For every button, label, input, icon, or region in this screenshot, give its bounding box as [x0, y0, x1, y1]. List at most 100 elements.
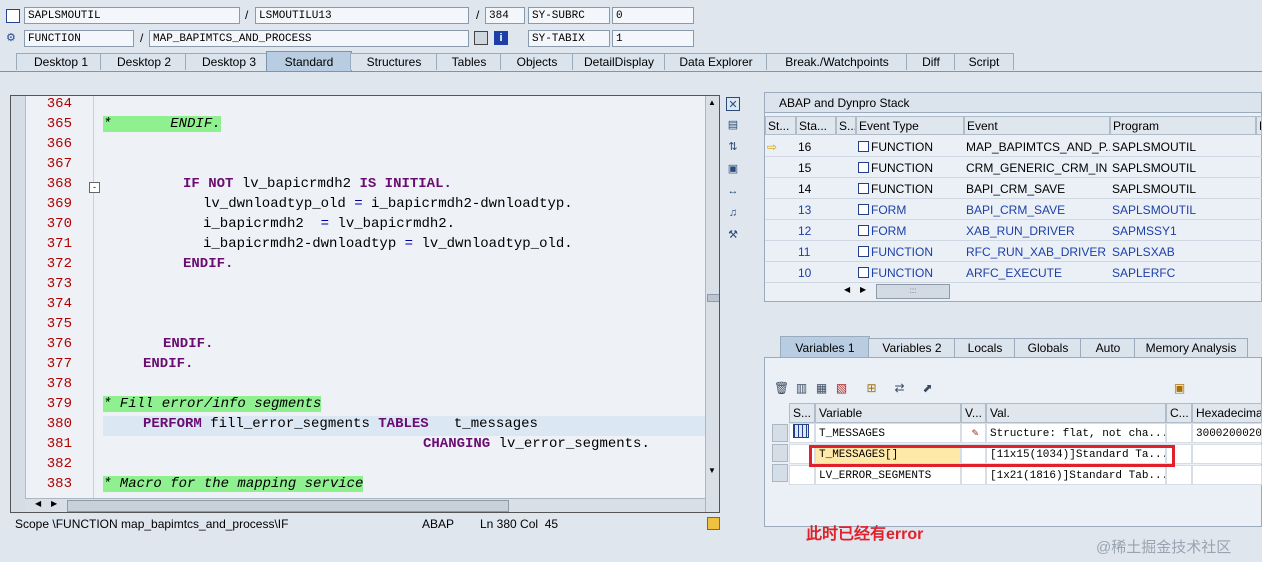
tab-structures[interactable]: Structures	[350, 53, 438, 70]
stack-scroll-right-icon[interactable]: ▶	[860, 285, 866, 294]
stack-event-type[interactable]: FUNCTION	[856, 137, 964, 157]
variable-value[interactable]: [1x21(1816)]Standard Tab...	[986, 465, 1166, 485]
services-icon[interactable]: ♫	[726, 206, 740, 220]
stack-level[interactable]: 12	[796, 221, 836, 241]
tab-variables-2[interactable]: Variables 2	[868, 338, 956, 357]
tab-breakpoints[interactable]: Break./Watchpoints	[766, 53, 908, 70]
stack-program[interactable]: SAPMSSY1	[1110, 221, 1256, 241]
stack-event-type[interactable]: FORM	[856, 200, 964, 220]
tab-script[interactable]: Script	[954, 53, 1014, 70]
stack-event[interactable]: XAB_RUN_DRIVER	[964, 221, 1110, 241]
new-tool-icon[interactable]: ▤	[726, 118, 740, 132]
tab-variables-1[interactable]: Variables 1	[780, 336, 870, 357]
scroll-thumb[interactable]	[67, 500, 509, 512]
import-icon[interactable]: ▦	[814, 381, 829, 396]
stack-program[interactable]: SAPLSMOUTIL	[1110, 158, 1256, 178]
stack-level[interactable]: 15	[796, 158, 836, 178]
close-icon[interactable]: ✕	[726, 97, 740, 111]
column-header[interactable]: Event Type	[856, 116, 964, 135]
notes-icon[interactable]	[707, 517, 720, 530]
row-selector[interactable]	[772, 444, 788, 462]
fold-toggle-icon[interactable]: -	[89, 182, 100, 193]
tab-tables[interactable]: Tables	[436, 53, 502, 70]
stack-event-type[interactable]: FORM	[856, 221, 964, 241]
tab-globals[interactable]: Globals	[1014, 338, 1082, 357]
column-header[interactable]: Program	[1110, 116, 1256, 135]
stack-scroll-thumb[interactable]: :::	[876, 284, 950, 299]
code-editor[interactable]: 364 365 366 367 368 369 370 371 372 373 …	[10, 95, 720, 513]
stack-level[interactable]: 14	[796, 179, 836, 199]
column-header[interactable]: N	[1256, 116, 1262, 135]
column-header[interactable]: Variable	[815, 403, 961, 423]
settings-icon[interactable]: ⚒	[726, 228, 740, 242]
stack-program[interactable]: SAPLERFC	[1110, 263, 1256, 283]
editor-horizontal-scrollbar[interactable]: ◀ ▶	[25, 498, 705, 512]
column-header[interactable]: Sta...	[796, 116, 836, 135]
tab-diff[interactable]: Diff	[906, 53, 956, 70]
stack-program[interactable]: SAPLSMOUTIL	[1110, 137, 1256, 157]
save-icon[interactable]: ▣	[1172, 381, 1187, 396]
tab-detaildisplay[interactable]: DetailDisplay	[572, 53, 666, 70]
info-icon[interactable]: i	[494, 31, 508, 45]
stack-program[interactable]: SAPLSXAB	[1110, 242, 1256, 262]
column-header[interactable]: Val.	[986, 403, 1166, 423]
stack-scroll-left-icon[interactable]: ◀	[844, 285, 850, 294]
stack-level[interactable]: 13	[796, 200, 836, 220]
column-header[interactable]: C...	[1166, 403, 1192, 423]
tab-standard[interactable]: Standard	[266, 51, 352, 71]
scroll-left-icon[interactable]: ◀	[35, 499, 41, 508]
stack-event-type[interactable]: FUNCTION	[856, 242, 964, 262]
column-header[interactable]: St...	[765, 116, 796, 135]
stack-event[interactable]: MAP_BAPIMTCS_AND_P...	[964, 137, 1110, 157]
delete-icon[interactable]: 🗑	[774, 381, 789, 396]
scroll-down-icon[interactable]: ▼	[708, 466, 716, 475]
stack-event[interactable]: BAPI_CRM_SAVE	[964, 179, 1110, 199]
subrc-value[interactable]: 0	[612, 7, 694, 24]
maximize-icon[interactable]: ▣	[726, 162, 740, 176]
line-field[interactable]: 384	[485, 7, 525, 24]
tab-auto[interactable]: Auto	[1080, 338, 1136, 357]
stack-event-type[interactable]: FUNCTION	[856, 263, 964, 283]
scroll-up-icon[interactable]: ▲	[708, 98, 716, 107]
stack-program[interactable]: SAPLSMOUTIL	[1110, 179, 1256, 199]
stack-program[interactable]: SAPLSMOUTIL	[1110, 200, 1256, 220]
tab-desktop-2[interactable]: Desktop 2	[100, 53, 188, 70]
calculator-icon[interactable]	[474, 31, 488, 45]
program-field[interactable]: SAPLSMOUTIL	[24, 7, 240, 24]
event-name-field[interactable]: MAP_BAPIMTCS_AND_PROCESS	[149, 30, 469, 47]
row-selector[interactable]	[772, 464, 788, 482]
column-header[interactable]: V...	[961, 403, 986, 423]
tab-desktop-3[interactable]: Desktop 3	[185, 53, 273, 70]
tree-icon[interactable]: ⊞	[864, 381, 879, 396]
column-header[interactable]: Event	[964, 116, 1110, 135]
variable-name[interactable]: LV_ERROR_SEGMENTS	[815, 465, 961, 485]
stack-event-type[interactable]: FUNCTION	[856, 179, 964, 199]
delete-all-icon[interactable]: ▥	[794, 381, 809, 396]
stack-level[interactable]: 11	[796, 242, 836, 262]
stack-level[interactable]: 10	[796, 263, 836, 283]
tab-objects[interactable]: Objects	[500, 53, 574, 70]
stack-event[interactable]: ARFC_EXECUTE	[964, 263, 1110, 283]
scroll-right-icon[interactable]: ▶	[51, 499, 57, 508]
tab-data-explorer[interactable]: Data Explorer	[664, 53, 768, 70]
scroll-thumb[interactable]	[707, 294, 719, 302]
stack-event[interactable]: RFC_RUN_XAB_DRIVER	[964, 242, 1110, 262]
column-header[interactable]: S...	[836, 116, 856, 135]
column-header[interactable]: S...	[789, 403, 815, 423]
stack-level[interactable]: 16	[796, 137, 836, 157]
swap-icon[interactable]: ⇅	[726, 140, 740, 154]
tab-desktop-1[interactable]: Desktop 1	[16, 53, 106, 70]
resize-icon[interactable]: ↔	[726, 184, 740, 198]
stack-event[interactable]: CRM_GENERIC_CRM_IN	[964, 158, 1110, 178]
column-header[interactable]: Hexadecimal	[1192, 403, 1262, 423]
editor-vertical-scrollbar[interactable]: ▲ ▼	[705, 96, 719, 512]
move-icon[interactable]: ⇄	[892, 381, 907, 396]
navigate-icon[interactable]: ⬈	[920, 381, 935, 396]
variable-value[interactable]: Structure: flat, not cha...	[986, 423, 1166, 443]
change-value-icon[interactable]: ✎	[961, 423, 986, 443]
stack-event[interactable]: BAPI_CRM_SAVE	[964, 200, 1110, 220]
row-selector[interactable]	[772, 424, 788, 442]
include-field[interactable]: LSMOUTILU13	[255, 7, 469, 24]
tab-memory-analysis[interactable]: Memory Analysis	[1134, 338, 1248, 357]
variable-name[interactable]: T_MESSAGES	[815, 423, 961, 443]
